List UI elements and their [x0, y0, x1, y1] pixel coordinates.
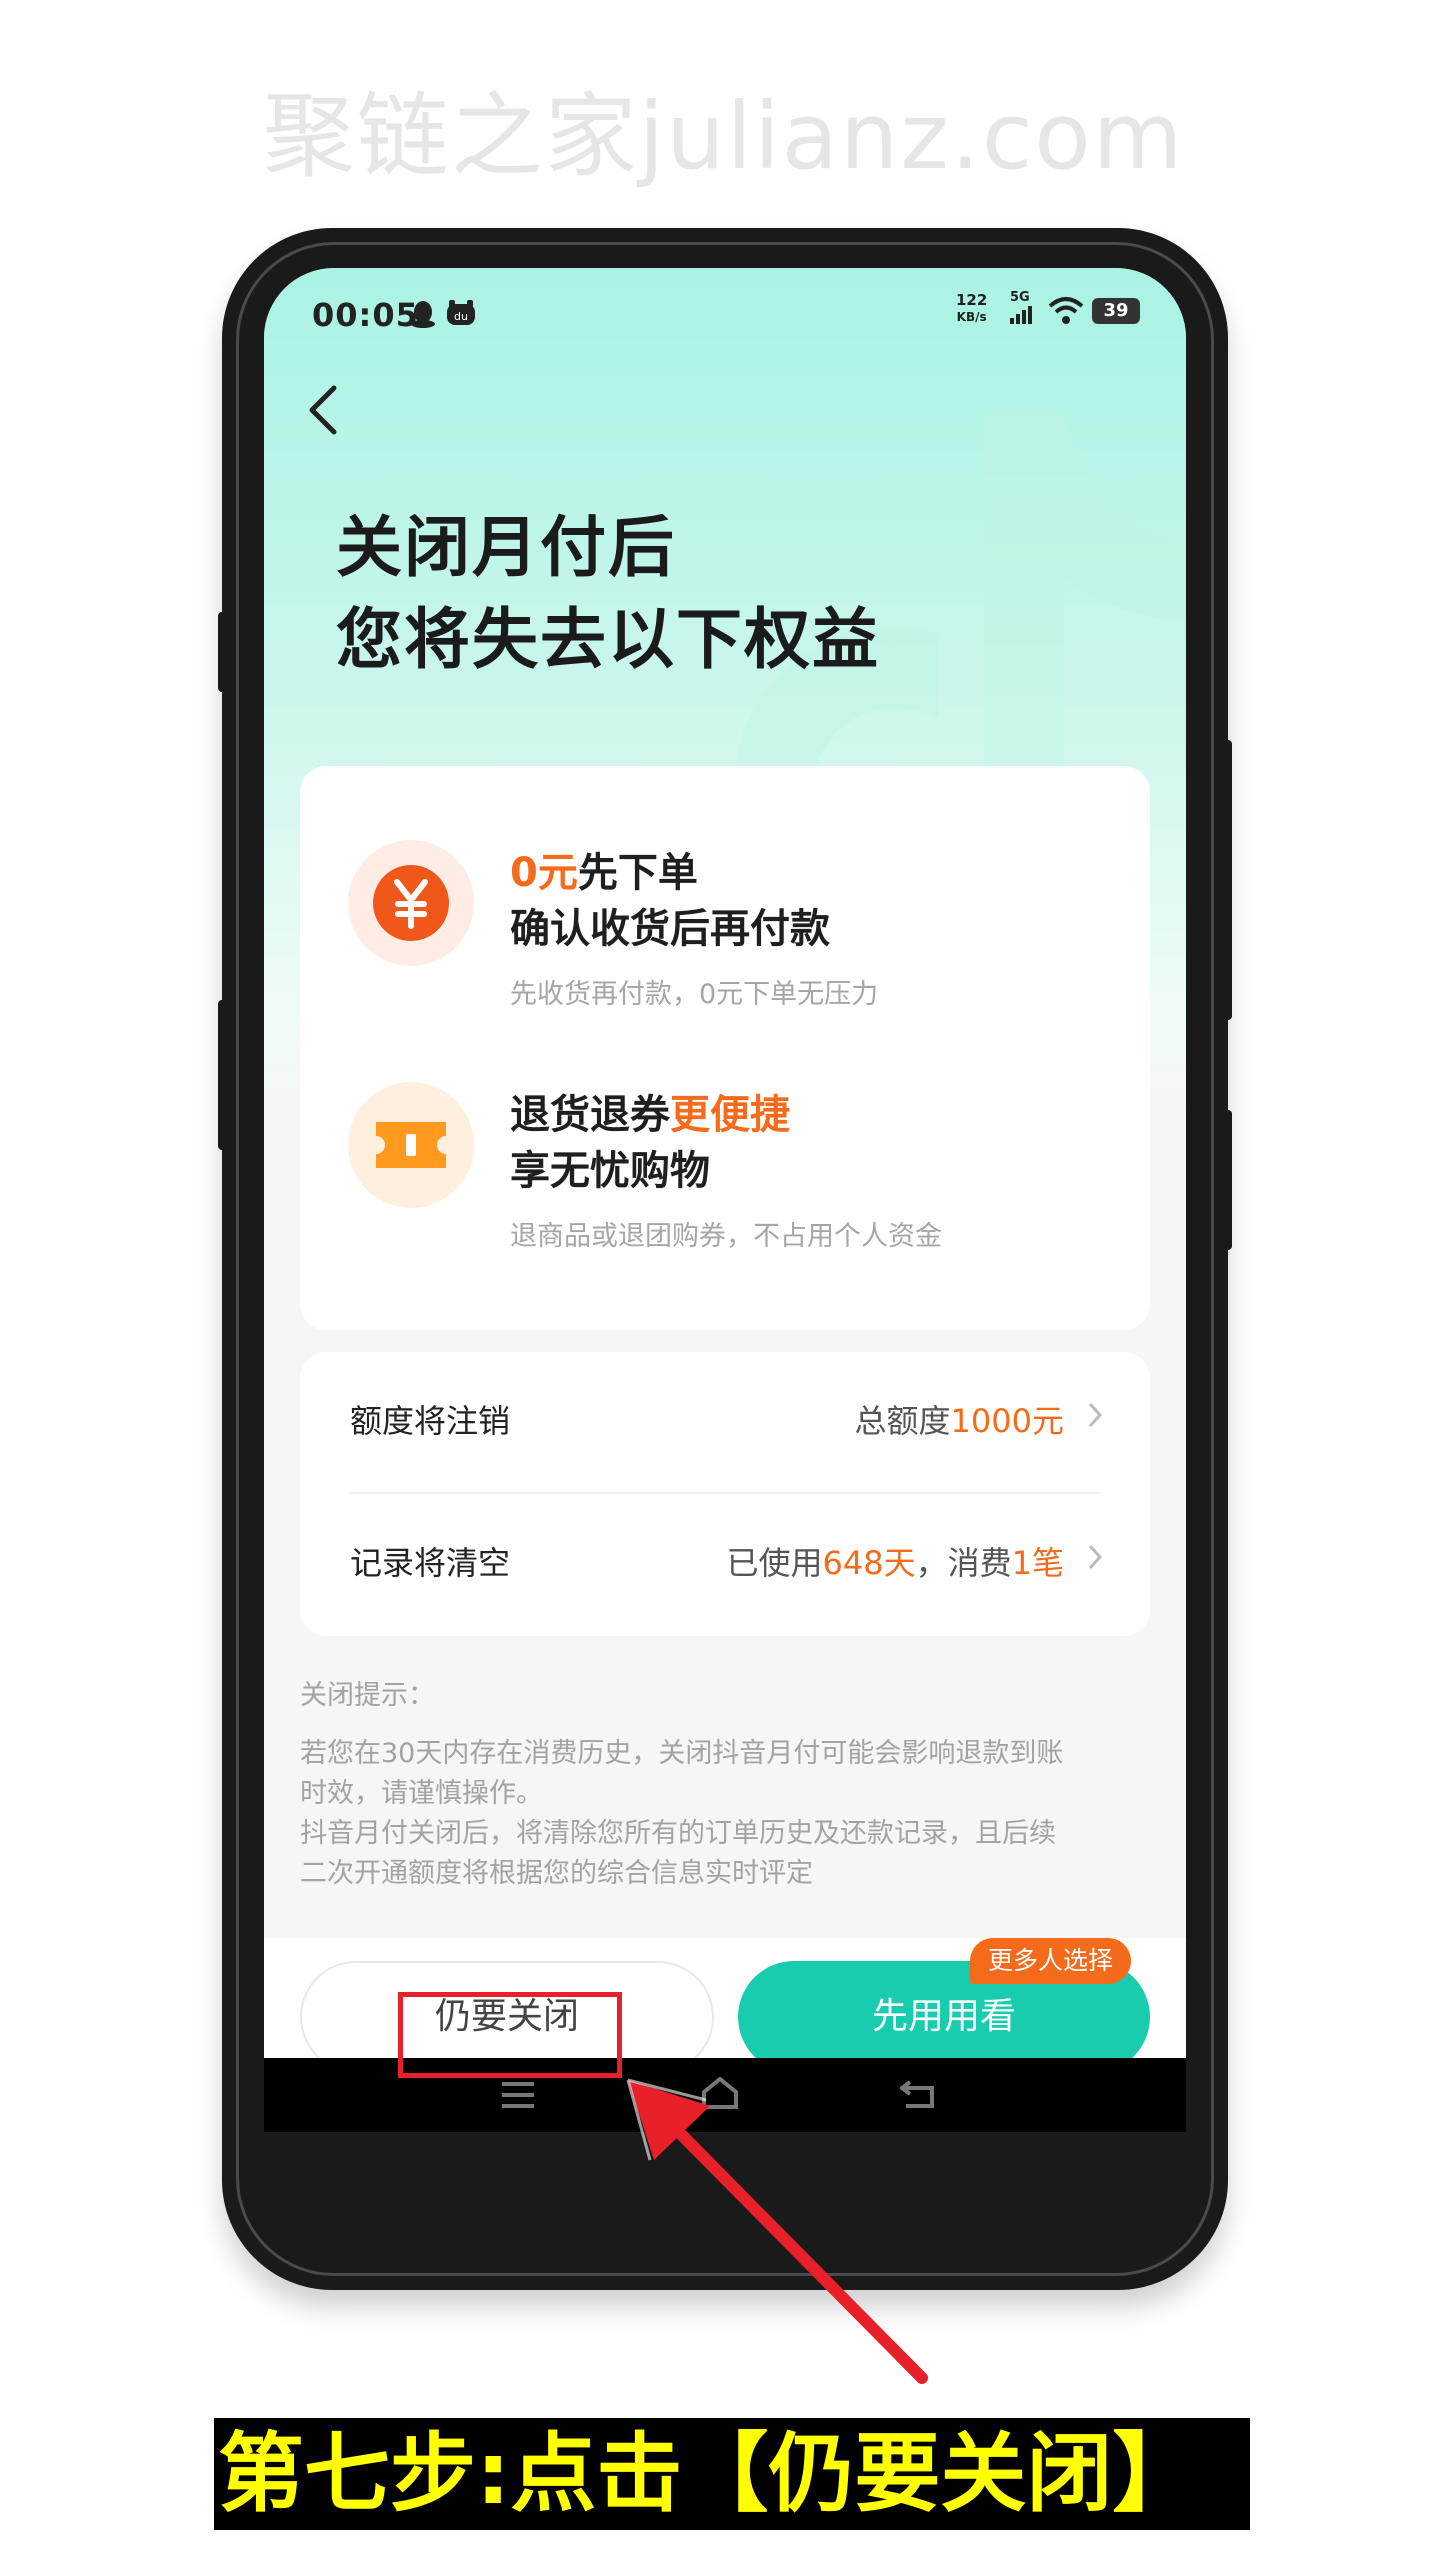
phone-side-button: [218, 1000, 226, 1150]
info-row-value: 已使用648天，消费1笔: [726, 1544, 1065, 1582]
net-speed: 122 KB/s: [956, 291, 988, 325]
benefit-title: 0元先下单: [510, 850, 698, 896]
wifi-icon: [1048, 297, 1084, 324]
app-notification-icon: du: [447, 300, 475, 325]
benefit-title-line2: 享无忧购物: [510, 1148, 710, 1194]
benefit-title: 退货退券更便捷: [510, 1092, 790, 1138]
battery-indicator: 39: [1092, 298, 1140, 324]
popular-choice-badge: 更多人选择: [970, 1938, 1132, 1984]
highlight-box: [398, 1992, 622, 2078]
chevron-right-icon: [1088, 1544, 1103, 1570]
close-notice: 关闭提示： 若您在30天内存在消费历史，关闭抖音月付可能会影响退款到账 时效，请…: [300, 1676, 1160, 1894]
notice-line: 时效，请谨慎操作。: [300, 1778, 543, 1809]
info-row-value: 总额度1000元: [854, 1402, 1064, 1440]
notice-line: 抖音月付关闭后，将清除您所有的订单历史及还款记录，且后续: [300, 1818, 1056, 1849]
menu-icon[interactable]: [500, 2080, 536, 2110]
network-type: 5G: [1010, 290, 1030, 305]
page-title-line1: 关闭月付后: [336, 509, 676, 586]
home-icon[interactable]: [700, 2076, 740, 2110]
status-bar: 00:05 du 122 KB/s 5G 39: [264, 288, 1186, 348]
notice-line: 若您在30天内存在消费历史，关闭抖音月付可能会影响退款到账: [300, 1738, 1064, 1769]
back-nav-icon[interactable]: [900, 2078, 938, 2110]
watermark-text: 聚链之家julianz.com: [262, 83, 1185, 190]
back-arrow-icon[interactable]: [300, 380, 350, 440]
yuan-icon: [348, 840, 474, 966]
benefit-title-line2: 确认收货后再付款: [510, 906, 830, 952]
phone-screen: 00:05 du 122 KB/s 5G 39 关闭月付后 您将失去以下权益 0…: [264, 268, 1186, 2132]
svg-text:du: du: [454, 310, 468, 323]
page-title-line2: 您将失去以下权益: [336, 601, 880, 678]
divider: [350, 1492, 1100, 1494]
step-caption: 第七步:点击【仍要关闭】: [218, 2424, 1199, 2524]
info-row-label: 额度将注销: [350, 1402, 511, 1440]
ticket-icon: [348, 1082, 474, 1208]
status-time: 00:05: [312, 296, 419, 334]
benefit-subtitle: 先收货再付款，0元下单无压力: [510, 979, 879, 1010]
info-card: 额度将注销 总额度1000元 记录将清空 已使用648天，消费1笔: [300, 1352, 1150, 1636]
notice-line: 二次开通额度将根据您的综合信息实时评定: [300, 1858, 813, 1889]
benefits-card: 0元先下单 确认收货后再付款 先收货再付款，0元下单无压力 退货退券更便捷 享无…: [300, 766, 1150, 1330]
info-row-label: 记录将清空: [350, 1544, 511, 1582]
notice-heading: 关闭提示：: [300, 1680, 435, 1711]
qq-icon: [411, 301, 435, 328]
phone-side-button: [1224, 1110, 1232, 1250]
benefit-subtitle: 退商品或退团购券，不占用个人资金: [510, 1221, 942, 1252]
phone-side-button: [218, 612, 226, 692]
chevron-right-icon: [1088, 1402, 1103, 1428]
phone-side-button: [1224, 740, 1232, 1020]
signal-icon: [1010, 306, 1032, 324]
